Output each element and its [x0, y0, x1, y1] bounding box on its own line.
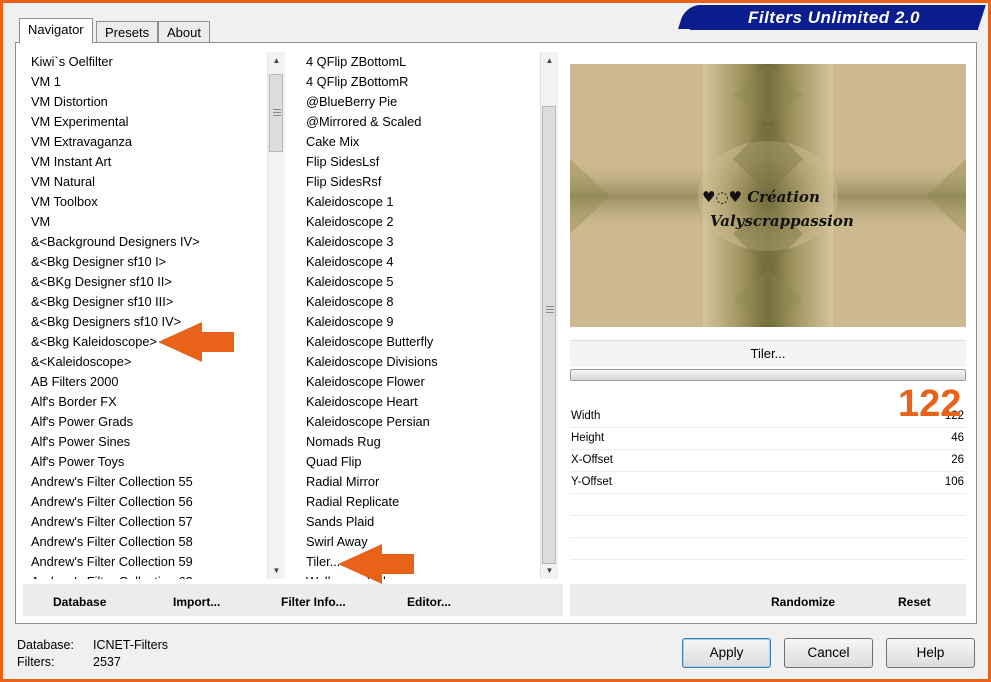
- category-list-item[interactable]: Alf's Power Grads: [23, 412, 267, 432]
- param-row-x-offset[interactable]: X-Offset 26: [570, 449, 966, 472]
- category-list-item[interactable]: Andrew's Filter Collection 55: [23, 472, 267, 492]
- category-list-item[interactable]: Alf's Power Sines: [23, 432, 267, 452]
- category-list-item[interactable]: Andrew's Filter Collection 56: [23, 492, 267, 512]
- category-list-item[interactable]: &<Bkg Designer sf10 I>: [23, 252, 267, 272]
- filter-info-button[interactable]: Filter Info...: [281, 595, 346, 609]
- tab-navigator[interactable]: Navigator: [19, 18, 93, 43]
- arrow-left-icon: [338, 544, 414, 584]
- database-label: Database:: [17, 638, 74, 652]
- filter-list-scrollbar[interactable]: ▲ ▼: [540, 52, 558, 579]
- filter-list-item[interactable]: Radial Replicate: [298, 492, 538, 512]
- filter-list-item[interactable]: Flip SidesRsf: [298, 172, 538, 192]
- filter-list-item[interactable]: Kaleidoscope 5: [298, 272, 538, 292]
- filter-list-item[interactable]: @BlueBerry Pie: [298, 92, 538, 112]
- filters-count: 2537: [93, 655, 121, 669]
- tab-presets[interactable]: Presets: [96, 21, 159, 42]
- scroll-down-icon[interactable]: ▼: [541, 562, 558, 579]
- filter-list-item[interactable]: Kaleidoscope 1: [298, 192, 538, 212]
- param-label: Height: [571, 432, 605, 444]
- database-button[interactable]: Database: [53, 595, 106, 609]
- param-value: 26: [951, 454, 964, 466]
- cancel-button[interactable]: Cancel: [784, 638, 873, 668]
- category-list-item[interactable]: VM: [23, 212, 267, 232]
- filter-list-item[interactable]: Quad Flip: [298, 452, 538, 472]
- filter-list-item[interactable]: Kaleidoscope 8: [298, 292, 538, 312]
- category-list-item[interactable]: Alf's Border FX: [23, 392, 267, 412]
- category-list-item[interactable]: VM Instant Art: [23, 152, 267, 172]
- category-list-item[interactable]: Alf's Power Toys: [23, 452, 267, 472]
- category-list-item[interactable]: Andrew's Filter Collection 58: [23, 532, 267, 552]
- param-value: 46: [951, 432, 964, 444]
- filter-list-item[interactable]: Kaleidoscope 3: [298, 232, 538, 252]
- filter-list-item[interactable]: Cake Mix: [298, 132, 538, 152]
- scroll-up-icon[interactable]: ▲: [268, 52, 285, 69]
- scroll-down-icon[interactable]: ▼: [268, 562, 285, 579]
- filter-list-item[interactable]: Kaleidoscope Heart: [298, 392, 538, 412]
- category-list-item[interactable]: Andrew's Filter Collection 59: [23, 552, 267, 572]
- filter-list-item[interactable]: Flip SidesLsf: [298, 152, 538, 172]
- category-list-item[interactable]: VM Experimental: [23, 112, 267, 132]
- filter-list-item[interactable]: 4 QFlip ZBottomL: [298, 52, 538, 72]
- help-button[interactable]: Help: [886, 638, 975, 668]
- filter-list[interactable]: 4 QFlip ZBottomL 4 QFlip ZBottomR @BlueBer…: [298, 52, 538, 579]
- filter-list-item[interactable]: Tiler...: [298, 552, 538, 572]
- filter-list-item[interactable]: Sands Plaid: [298, 512, 538, 532]
- parameter-slider[interactable]: [570, 369, 966, 381]
- apply-button[interactable]: Apply: [682, 638, 771, 668]
- category-list-item[interactable]: VM Toolbox: [23, 192, 267, 212]
- category-list-item[interactable]: Kiwi`s Oelfilter: [23, 52, 267, 72]
- tab-about[interactable]: About: [158, 21, 210, 42]
- filter-list-item[interactable]: Kaleidoscope Persian: [298, 412, 538, 432]
- category-list-item[interactable]: VM Distortion: [23, 92, 267, 112]
- filter-list-item[interactable]: @Mirrored & Scaled: [298, 112, 538, 132]
- category-list-item[interactable]: VM 1: [23, 72, 267, 92]
- param-row-y-offset[interactable]: Y-Offset 106: [570, 471, 966, 494]
- reset-button[interactable]: Reset: [898, 595, 931, 609]
- category-list-item[interactable]: AB Filters 2000: [23, 372, 267, 392]
- scroll-up-icon[interactable]: ▲: [541, 52, 558, 69]
- filters-label: Filters:: [17, 655, 55, 669]
- param-value: 106: [944, 476, 964, 488]
- annotation-value: 122: [898, 383, 962, 425]
- category-list-item[interactable]: VM Natural: [23, 172, 267, 192]
- filter-list-item[interactable]: Kaleidoscope Flower: [298, 372, 538, 392]
- scrollbar-thumb[interactable]: [542, 106, 556, 564]
- param-label: X-Offset: [571, 454, 613, 466]
- scrollbar-thumb[interactable]: [269, 74, 283, 152]
- category-list[interactable]: Kiwi`s Oelfilter VM 1 VM Distortion VM Expe…: [23, 52, 267, 579]
- filter-list-item[interactable]: Wallpaper Deluxe: [298, 572, 538, 579]
- filter-list-item[interactable]: Nomads Rug: [298, 432, 538, 452]
- filter-name-label: Tiler...: [570, 340, 966, 367]
- filter-list-item[interactable]: Radial Mirror: [298, 472, 538, 492]
- arrow-left-icon: [158, 322, 234, 362]
- category-list-item[interactable]: Andrew's Filter Collection 62: [23, 572, 267, 579]
- category-list-item[interactable]: &<Background Designers IV>: [23, 232, 267, 252]
- param-label: Width: [571, 410, 601, 422]
- brand-title: Filters Unlimited 2.0: [747, 8, 921, 27]
- filter-list-item[interactable]: Kaleidoscope 2: [298, 212, 538, 232]
- param-row-height[interactable]: Height 46: [570, 427, 966, 450]
- category-list-item[interactable]: Andrew's Filter Collection 57: [23, 512, 267, 532]
- randomize-button[interactable]: Randomize: [771, 595, 835, 609]
- filter-list-item[interactable]: Kaleidoscope Butterfly: [298, 332, 538, 352]
- category-list-item[interactable]: &<BKg Designer sf10 II>: [23, 272, 267, 292]
- filter-list-item[interactable]: Kaleidoscope 4: [298, 252, 538, 272]
- preview-image: ♥◌♥ Création Valyscrappassion: [570, 64, 966, 327]
- filter-list-item[interactable]: 4 QFlip ZBottomR: [298, 72, 538, 92]
- filter-list-item[interactable]: Kaleidoscope Divisions: [298, 352, 538, 372]
- filter-list-item[interactable]: Kaleidoscope 9: [298, 312, 538, 332]
- import-button[interactable]: Import...: [173, 595, 220, 609]
- category-list-scrollbar[interactable]: ▲ ▼: [267, 52, 285, 579]
- filter-list-item[interactable]: Swirl Away: [298, 532, 538, 552]
- database-value: ICNET-Filters: [93, 638, 168, 652]
- param-label: Y-Offset: [571, 476, 612, 488]
- editor-button[interactable]: Editor...: [407, 595, 451, 609]
- watermark-line2: Valyscrappassion: [710, 212, 854, 230]
- parameter-list: Width 122 Height 46 X-Offset 26 Y-Offset…: [570, 405, 966, 583]
- watermark-line1: ♥◌♥ Création: [702, 188, 820, 206]
- category-list-item[interactable]: &<Bkg Designer sf10 III>: [23, 292, 267, 312]
- category-list-item[interactable]: VM Extravaganza: [23, 132, 267, 152]
